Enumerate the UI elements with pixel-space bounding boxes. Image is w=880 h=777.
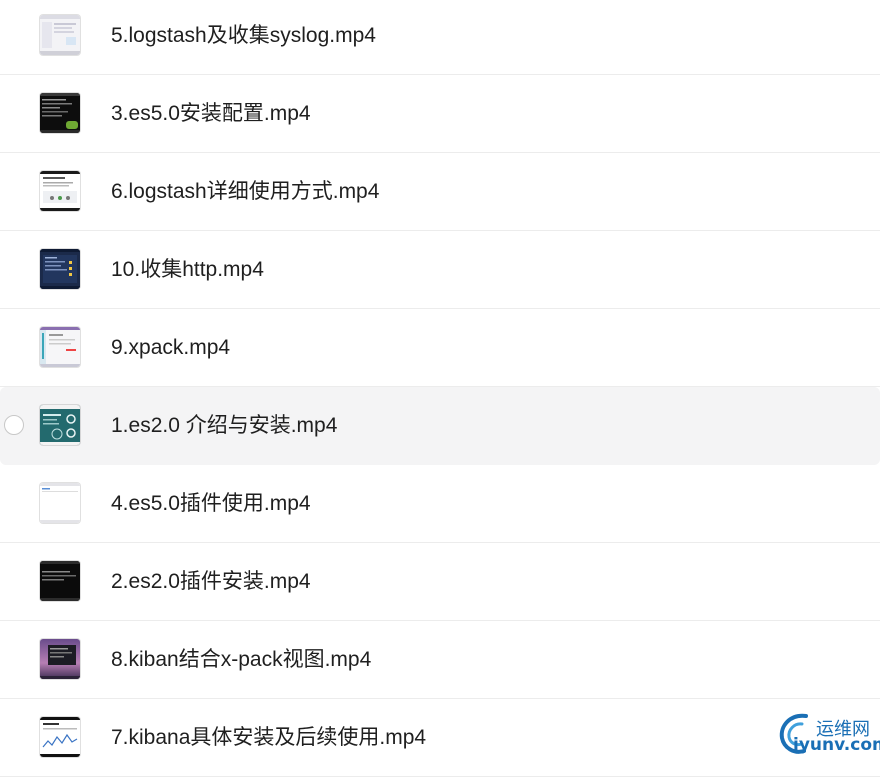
file-name: 4.es5.0插件使用.mp4: [111, 492, 311, 515]
video-thumbnail: [40, 639, 80, 679]
watermark-text-bottom: iyunv.com: [793, 735, 880, 755]
list-item[interactable]: 8.kiban结合x-pack视图.mp4: [0, 621, 880, 699]
list-item[interactable]: 9.xpack.mp4: [0, 309, 880, 387]
video-thumbnail: [40, 93, 80, 133]
list-item[interactable]: 7.kibana具体安装及后续使用.mp4: [0, 699, 880, 777]
video-thumbnail: [40, 15, 80, 55]
list-item[interactable]: 5.logstash及收集syslog.mp4: [0, 0, 880, 75]
file-name: 7.kibana具体安装及后续使用.mp4: [111, 726, 427, 749]
file-name: 3.es5.0安装配置.mp4: [111, 102, 311, 125]
file-name: 9.xpack.mp4: [111, 336, 231, 359]
video-thumbnail: [40, 483, 80, 523]
select-checkbox[interactable]: [4, 415, 24, 435]
list-item[interactable]: 1.es2.0 介绍与安装.mp4: [0, 387, 880, 465]
list-item[interactable]: 6.logstash详细使用方式.mp4: [0, 153, 880, 231]
file-name: 6.logstash详细使用方式.mp4: [111, 180, 380, 203]
video-thumbnail: [40, 717, 80, 757]
list-item[interactable]: 2.es2.0插件安装.mp4: [0, 543, 880, 621]
file-name: 1.es2.0 介绍与安装.mp4: [111, 414, 338, 437]
video-thumbnail: [40, 327, 80, 367]
list-item[interactable]: 3.es5.0安装配置.mp4: [0, 75, 880, 153]
list-item[interactable]: 10.收集http.mp4: [0, 231, 880, 309]
file-name: 10.收集http.mp4: [111, 258, 264, 281]
video-thumbnail: [40, 171, 80, 211]
site-watermark: 运维网 iyunv.com: [776, 708, 880, 759]
file-list: 5.logstash及收集syslog.mp4 3.es5.0安装配置.mp4: [0, 0, 880, 777]
video-thumbnail: [40, 561, 80, 601]
video-thumbnail: [40, 405, 80, 445]
file-name: 8.kiban结合x-pack视图.mp4: [111, 648, 372, 671]
file-name: 2.es2.0插件安装.mp4: [111, 570, 311, 593]
list-item[interactable]: 4.es5.0插件使用.mp4: [0, 465, 880, 543]
video-thumbnail: [40, 249, 80, 289]
file-name: 5.logstash及收集syslog.mp4: [111, 24, 376, 47]
